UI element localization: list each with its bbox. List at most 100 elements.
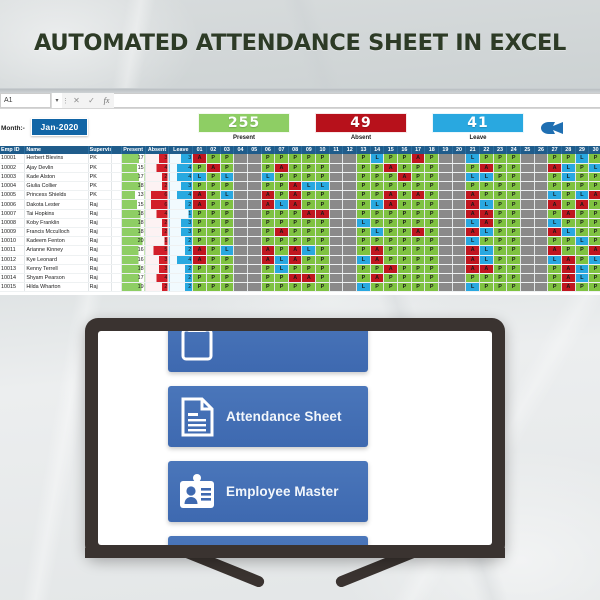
cell-day-05[interactable] xyxy=(247,264,262,274)
cell-day-04[interactable] xyxy=(233,245,248,256)
cell-day-14[interactable]: P xyxy=(370,218,385,229)
cell-day-14[interactable]: P xyxy=(370,282,385,293)
insert-function-icon[interactable]: fx xyxy=(99,93,114,108)
cell-day-20[interactable] xyxy=(452,282,467,293)
cell-day-08[interactable]: A xyxy=(288,245,303,256)
cell-day-22[interactable]: L xyxy=(479,245,494,256)
table-row[interactable]: 10012 Kye Leonard Raj 16 3 4 A P P A L A P P L A P P P P A L P… xyxy=(0,255,600,265)
cell-day-11[interactable] xyxy=(329,282,344,293)
cell-day-23[interactable]: P xyxy=(493,282,508,293)
th-day-09[interactable]: 09 xyxy=(301,146,317,154)
cell-day-24[interactable]: P xyxy=(506,172,521,183)
cell-day-01[interactable]: P xyxy=(192,282,207,293)
cell-day-22[interactable]: P xyxy=(479,236,494,247)
cell-day-18[interactable]: P xyxy=(424,282,440,293)
cell-day-05[interactable] xyxy=(247,273,262,284)
cell-day-04[interactable] xyxy=(233,255,248,265)
cell-day-30[interactable]: P xyxy=(588,209,600,219)
cell-day-12[interactable] xyxy=(342,218,358,229)
cell-day-17[interactable]: P xyxy=(411,163,426,173)
cell-day-01[interactable]: A xyxy=(192,190,207,201)
cell-day-09[interactable]: P xyxy=(301,255,317,265)
cell-day-30[interactable]: A xyxy=(588,190,600,201)
cell-day-30[interactable]: P xyxy=(588,181,600,192)
cell-day-23[interactable]: P xyxy=(493,209,508,219)
cell-day-01[interactable]: L xyxy=(192,172,207,183)
cell-day-11[interactable] xyxy=(329,190,344,201)
cell-day-24[interactable]: P xyxy=(506,282,521,293)
cell-day-07[interactable]: A xyxy=(274,227,289,238)
cell-day-05[interactable] xyxy=(247,282,262,293)
cell-day-21[interactable]: A xyxy=(465,245,481,256)
cell-day-04[interactable] xyxy=(233,264,248,274)
menu-button-database[interactable]: Database xyxy=(168,536,368,545)
cell-day-30[interactable]: P xyxy=(588,154,600,164)
th-supervisor[interactable]: Supervisor xyxy=(88,146,113,154)
cell-day-07[interactable]: P xyxy=(274,172,289,183)
th-day-22[interactable]: 22 xyxy=(479,146,494,154)
cell-day-24[interactable]: P xyxy=(506,245,521,256)
cell-day-30[interactable]: P xyxy=(588,236,600,247)
th-emp-id[interactable]: Emp ID xyxy=(0,146,26,154)
cell-day-06[interactable]: P xyxy=(261,282,276,293)
th-name[interactable]: Name xyxy=(24,146,89,154)
th-day-05[interactable]: 05 xyxy=(247,146,262,154)
cell-day-08[interactable]: P xyxy=(288,236,303,247)
cell-day-02[interactable]: P xyxy=(206,236,221,247)
cell-day-06[interactable]: A xyxy=(261,190,276,201)
cell-day-24[interactable]: P xyxy=(506,236,521,247)
cell-day-14[interactable]: P xyxy=(370,209,385,219)
cell-day-12[interactable] xyxy=(342,236,358,247)
menu-button-attendance-sheet[interactable]: Attendance Sheet xyxy=(168,386,368,447)
cell-day-12[interactable] xyxy=(342,245,358,256)
cell-day-14[interactable]: P xyxy=(370,172,385,183)
cell-day-05[interactable] xyxy=(247,199,262,210)
cell-day-02[interactable]: A xyxy=(206,163,221,173)
cell-day-06[interactable]: L xyxy=(261,172,276,183)
table-row[interactable]: 10015 Hilda Wharton Raj 19 2 2 P P P P P P P P L P P P P P L… xyxy=(0,282,600,293)
cell-day-29[interactable]: P xyxy=(575,282,590,293)
th-day-28[interactable]: 28 xyxy=(561,146,576,154)
th-absent[interactable]: Absent xyxy=(145,146,170,154)
th-day-19[interactable]: 19 xyxy=(438,146,453,154)
cell-day-03[interactable]: P xyxy=(220,154,235,164)
cell-day-25[interactable] xyxy=(520,181,535,192)
cell-day-16[interactable]: P xyxy=(397,209,412,219)
cell-day-24[interactable]: P xyxy=(506,163,521,173)
cell-day-03[interactable]: P xyxy=(220,255,235,265)
cell-day-27[interactable]: P xyxy=(547,273,562,284)
cell-day-26[interactable] xyxy=(534,236,549,247)
cell-day-24[interactable]: P xyxy=(506,209,521,219)
cell-day-02[interactable]: P xyxy=(206,218,221,229)
cell-day-26[interactable] xyxy=(534,282,549,293)
cell-day-18[interactable]: P xyxy=(424,273,440,284)
cell-day-09[interactable]: A xyxy=(301,209,317,219)
cell-day-11[interactable] xyxy=(329,209,344,219)
cell-day-04[interactable] xyxy=(233,190,248,201)
cell-day-29[interactable]: L xyxy=(575,190,590,201)
cell-day-29[interactable]: P xyxy=(575,227,590,238)
cell-day-06[interactable]: A xyxy=(261,255,276,265)
cell-day-29[interactable]: L xyxy=(575,264,590,274)
cell-day-07[interactable]: L xyxy=(274,264,289,274)
cell-day-15[interactable]: A xyxy=(383,163,399,173)
cell-day-27[interactable]: A xyxy=(547,163,562,173)
cell-day-09[interactable]: P xyxy=(301,154,317,164)
cell-day-20[interactable] xyxy=(452,264,467,274)
cell-day-12[interactable] xyxy=(342,163,358,173)
cell-day-22[interactable]: A xyxy=(479,163,494,173)
cell-day-06[interactable]: A xyxy=(261,199,276,210)
cell-day-18[interactable]: P xyxy=(424,209,440,219)
cell-day-26[interactable] xyxy=(534,227,549,238)
cell-day-22[interactable]: L xyxy=(479,255,494,265)
cell-day-15[interactable]: A xyxy=(383,190,399,201)
cell-day-08[interactable]: P xyxy=(288,163,303,173)
cell-day-27[interactable]: L xyxy=(547,218,562,229)
cell-day-20[interactable] xyxy=(452,199,467,210)
cell-day-20[interactable] xyxy=(452,273,467,284)
cell-day-08[interactable]: A xyxy=(288,199,303,210)
cell-day-29[interactable]: P xyxy=(575,163,590,173)
cell-day-10[interactable]: P xyxy=(315,172,330,183)
cell-day-12[interactable] xyxy=(342,154,358,164)
cell-day-08[interactable]: P xyxy=(288,264,303,274)
